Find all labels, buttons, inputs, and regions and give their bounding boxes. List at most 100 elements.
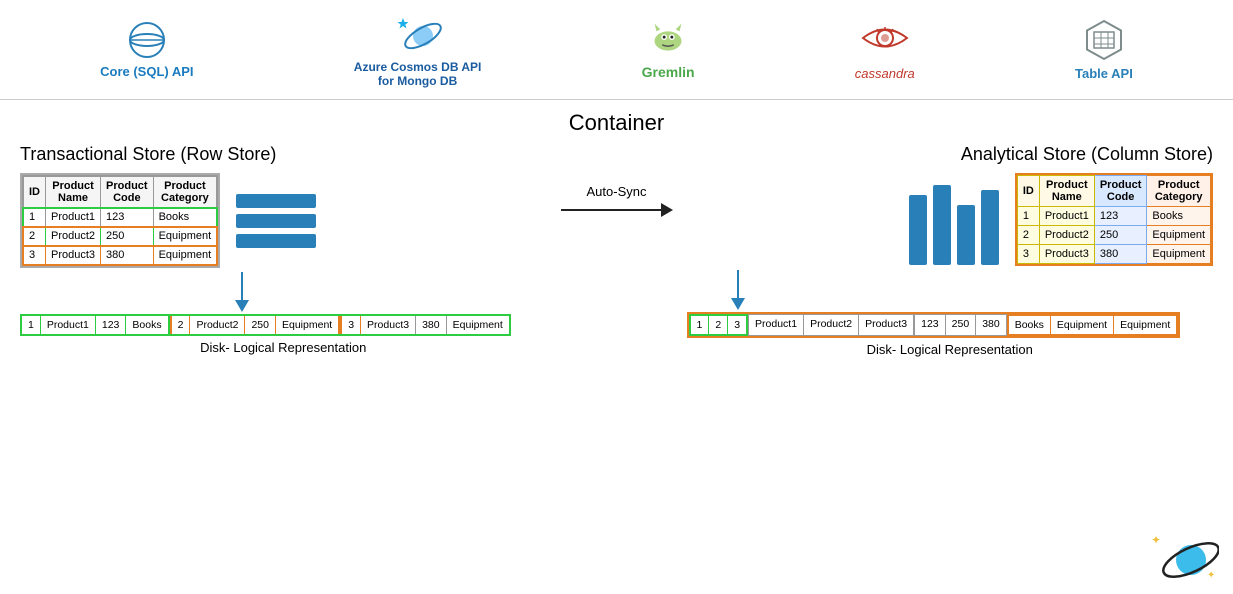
row1-id: 1 [23,208,46,227]
disk-cell-123: 123 [96,316,127,334]
crow1-id: 1 [1017,207,1039,226]
analytical-store-title: Analytical Store (Column Store) [687,144,1214,165]
row-store-table-wrapper: ID ProductName ProductCode ProductCatego… [20,173,220,268]
left-down-arrow [235,272,249,312]
crow2-code: 250 [1094,226,1147,245]
disk-cell-p1: Product1 [41,316,96,334]
nav-item-gremlin[interactable]: Gremlin [642,20,695,80]
vertical-bars [909,175,999,265]
disk-name-group: Product1 Product2 Product3 [748,314,914,336]
gremlin-icon [643,20,693,60]
crow3-cat: Equipment [1147,245,1211,264]
disk-cell-1: 1 [22,316,41,334]
crow1-name: Product1 [1039,207,1094,226]
disk-cell-380: 380 [416,316,447,334]
rdisk-c3: 380 [976,315,1006,335]
bar-v-1 [909,195,927,265]
disk-cell-books: Books [126,316,169,334]
cth-cat: ProductCategory [1147,176,1211,207]
arrow-shaft [561,209,661,211]
container-title: Container [20,110,1213,136]
horizontal-bars [236,194,316,248]
rdisk-n1: Product1 [749,315,804,335]
right-disk-section: 1 2 3 Product1 Product2 Product3 123 250 [687,312,1214,357]
rdisk-c2: 250 [946,315,977,335]
crow1-cat: Books [1147,207,1211,226]
auto-sync-label: Auto-Sync [587,184,647,199]
nav-item-table[interactable]: Table API [1075,18,1133,81]
bar-v-2 [933,185,951,265]
row2-id: 2 [23,227,46,246]
transactional-store-inner: ID ProductName ProductCode ProductCatego… [20,173,547,268]
down-head-left [235,300,249,312]
transactional-store: Transactional Store (Row Store) ID Produ… [20,144,547,355]
right-disk-label: Disk- Logical Representation [687,342,1214,357]
disk-code-group: 123 250 380 [914,314,1007,336]
gremlin-label: Gremlin [642,64,695,80]
bar-h-2 [236,214,316,228]
crow3-id: 3 [1017,245,1039,264]
nav-item-cassandra[interactable]: cassandra [855,19,915,81]
bar-h-3 [236,234,316,248]
table-label: Table API [1075,66,1133,81]
cosmos-icon [393,12,443,56]
cth-name: ProductName [1039,176,1094,207]
left-disk-label: Disk- Logical Representation [20,340,547,355]
nav-item-sql[interactable]: Core (SQL) API [100,20,193,79]
disk-cat-group: Books Equipment Equipment [1007,314,1179,336]
rdisk-id3: 3 [728,316,746,334]
left-down-arrow-wrap [235,268,547,312]
table-icon [1082,18,1126,62]
stores-wrapper: Transactional Store (Row Store) ID Produ… [20,144,1213,357]
row-store-table: ID ProductName ProductCode ProductCatego… [22,175,218,266]
top-navigation: Core (SQL) API Azure Cosmos DB APIfor Mo… [0,0,1233,100]
left-disk-section: 1 Product1 123 Books 2 Product2 250 Equi… [20,314,547,355]
cassandra-label: cassandra [855,66,915,81]
rdisk-n2: Product2 [804,315,859,335]
crow1-code: 123 [1094,207,1147,226]
down-shaft-left [241,272,243,300]
arrow-line [561,203,673,217]
row3-name: Product3 [46,246,101,266]
right-down-arrow-wrap [731,266,1214,310]
disk-cell-2: 2 [170,316,191,334]
cassandra-icon [859,19,911,62]
down-head-right [731,298,745,310]
cosmos-label: Azure Cosmos DB APIfor Mongo DB [354,60,482,88]
row1-name: Product1 [46,208,101,227]
row2-code: 250 [101,227,154,246]
disk-cell-3: 3 [340,316,361,334]
rdisk-cat2: Equipment [1051,316,1114,334]
rdisk-cat3: Equipment [1114,316,1176,334]
sql-icon [127,20,167,60]
crow3-code: 380 [1094,245,1147,264]
crow2-cat: Equipment [1147,226,1211,245]
disk-cell-p3: Product3 [361,316,416,334]
down-shaft-right [737,270,739,298]
svg-text:✦: ✦ [1207,570,1215,581]
transactional-store-title: Transactional Store (Row Store) [20,144,547,165]
disk-cell-equip2: Equipment [447,316,509,334]
rdisk-c1: 123 [915,315,946,335]
disk-cell-p2: Product2 [190,316,245,334]
right-disk-row: 1 2 3 Product1 Product2 Product3 123 250 [687,312,1181,338]
col-store-table: ID ProductName ProductCode ProductCatego… [1017,175,1211,264]
th-id: ID [23,176,46,208]
rdisk-id2: 2 [709,316,728,334]
svg-text:✦: ✦ [1151,533,1161,547]
rdisk-n3: Product3 [859,315,913,335]
disk-cell-equip1: Equipment [276,316,340,334]
bar-v-3 [957,205,975,265]
auto-sync-arrow: Auto-Sync [557,184,677,217]
rdisk-cat1: Books [1009,316,1051,334]
th-product-code: ProductCode [101,176,154,208]
left-disk-row: 1 Product1 123 Books 2 Product2 250 Equi… [20,314,511,336]
th-product-category: ProductCategory [153,176,217,208]
disk-cell-250: 250 [245,316,276,334]
main-content: Container Transactional Store (Row Store… [0,100,1233,594]
nav-item-cosmos[interactable]: Azure Cosmos DB APIfor Mongo DB [354,12,482,88]
arrow-head [661,203,673,217]
th-product-name: ProductName [46,176,101,208]
row2-name: Product2 [46,227,101,246]
row1-cat: Books [153,208,217,227]
